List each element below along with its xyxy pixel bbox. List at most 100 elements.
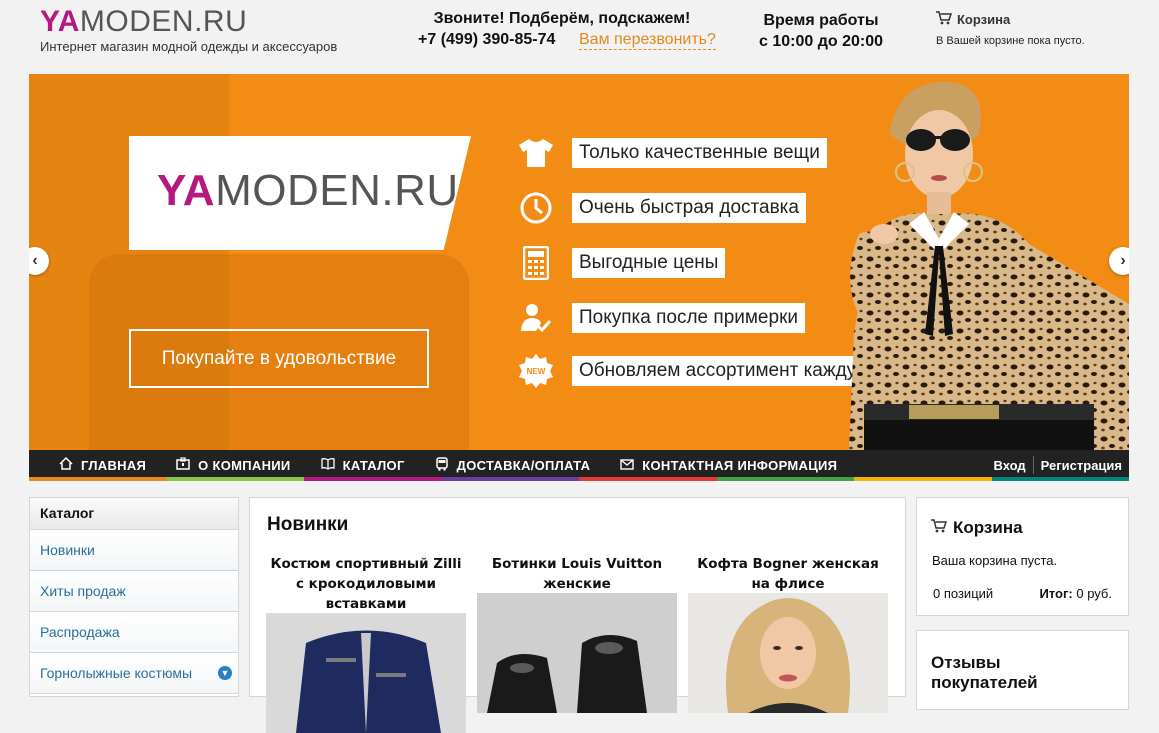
product-image[interactable] [477, 593, 677, 713]
feature-quality: Только качественные вещи [516, 136, 827, 170]
cart-total: Итог: 0 руб. [1040, 586, 1113, 601]
feature-label: Выгодные цены [572, 248, 726, 278]
product-name[interactable]: Кофта Bogner женская на флисе [688, 554, 888, 594]
sidebar-item-label: Хиты продаж [40, 583, 126, 599]
calculator-icon [516, 243, 556, 283]
nav-label: ДОСТАВКА/ОПЛАТА [456, 457, 591, 473]
new-badge-text: NEW [527, 367, 546, 376]
banner-logo-rest: MODEN.RU [215, 166, 459, 215]
mail-icon [620, 458, 634, 473]
stripe-segment [716, 477, 854, 481]
site-logo[interactable]: YAMODEN.RU [40, 6, 247, 38]
main-nav: ГЛАВНАЯ О КОМПАНИИ КАТАЛОГ ДОСТАВКА/ОПЛА… [29, 450, 1129, 480]
catalog-sidebar: Каталог Новинки Хиты продаж Распродажа Г… [29, 497, 239, 697]
stripe-segment [29, 477, 167, 481]
logo-rest: MODEN.RU [79, 5, 248, 38]
promo-banner[interactable]: YAMODEN.RU Покупайте в удовольствие Толь… [29, 74, 1129, 450]
banner-logo-box: YAMODEN.RU [129, 136, 471, 250]
site-header: YAMODEN.RU Интернет магазин модной одежд… [0, 0, 1159, 74]
nav-catalog[interactable]: КАТАЛОГ [306, 457, 420, 473]
product-card[interactable]: Ботинки Louis Vuitton женские [477, 554, 677, 713]
sidebar-item-ski-suits[interactable]: Горнолыжные костюмы ▼ [30, 653, 238, 694]
feature-label: Покупка после примерки [572, 303, 805, 333]
cart-total-value: 0 руб. [1076, 586, 1112, 601]
sidebar-item-new[interactable]: Новинки [30, 530, 238, 571]
chevron-left-icon: ‹ [32, 252, 38, 269]
stripe-segment [991, 477, 1129, 481]
nav-delivery[interactable]: ДОСТАВКА/ОПЛАТА [420, 456, 606, 474]
banner-model-image [829, 74, 1129, 450]
work-hours: Время работы с 10:00 до 20:00 [748, 10, 894, 52]
phone-number[interactable]: +7 (499) 390-85-74 [418, 31, 555, 49]
nav-company[interactable]: О КОМПАНИИ [161, 457, 305, 473]
clock-icon [516, 188, 556, 228]
header-cart[interactable]: Корзина В Вашей корзине пока пусто. [936, 11, 1085, 47]
register-link[interactable]: Регистрация [1034, 458, 1129, 473]
sidebar-item-label: Распродажа [40, 624, 120, 640]
nav-label: КОНТАКТНАЯ ИНФОРМАЦИЯ [642, 457, 838, 473]
product-card[interactable]: Кофта Bogner женская на флисе [688, 554, 888, 713]
cart-widget: Корзина Ваша корзина пуста. 0 позиций Ит… [916, 497, 1129, 616]
stripe-segment [854, 477, 992, 481]
callback-link[interactable]: Вам перезвонить? [579, 31, 716, 50]
cart-icon [936, 11, 953, 28]
banner-logo: YAMODEN.RU [157, 168, 459, 214]
nav-label: ГЛАВНАЯ [81, 457, 147, 473]
tshirt-icon [516, 133, 556, 173]
header-cart-title[interactable]: Корзина [957, 12, 1010, 27]
nav-label: О КОМПАНИИ [198, 457, 291, 473]
stripe-segment [304, 477, 442, 481]
site-tagline: Интернет магазин модной одежды и аксессу… [40, 39, 338, 54]
user-check-icon [516, 298, 556, 338]
sidebar-item-bestsellers[interactable]: Хиты продаж [30, 571, 238, 612]
feature-label: Только качественные вещи [572, 138, 827, 168]
new-products-title: Новинки [267, 514, 349, 535]
product-card[interactable]: Костюм спортивный Zilli с крокодиловыми … [266, 554, 466, 733]
new-products-section: Новинки Костюм спортивный Zilli с крокод… [249, 497, 906, 733]
banner-cta-button[interactable]: Покупайте в удовольствие [129, 329, 429, 388]
nav-contacts[interactable]: КОНТАКТНАЯ ИНФОРМАЦИЯ [605, 458, 852, 473]
cart-item-count: 0 позиций [933, 586, 994, 601]
banner-logo-ya: YA [157, 166, 216, 215]
nav-color-stripe [29, 477, 1129, 481]
sidebar-item-sale[interactable]: Распродажа [30, 612, 238, 653]
sidebar-title: Каталог [30, 498, 238, 530]
sidebar-item-label: Новинки [40, 542, 95, 558]
cart-icon [931, 518, 948, 538]
expand-icon[interactable]: ▼ [218, 666, 232, 680]
chevron-right-icon: › [1120, 252, 1126, 269]
product-name[interactable]: Ботинки Louis Vuitton женские [477, 554, 677, 594]
feature-delivery: Очень быстрая доставка [516, 191, 806, 225]
product-name[interactable]: Костюм спортивный Zilli с крокодиловыми … [266, 554, 466, 614]
header-cart-status: В Вашей корзине пока пусто. [936, 35, 1085, 47]
hours-title: Время работы [763, 12, 879, 29]
stripe-segment [579, 477, 717, 481]
hours-value: с 10:00 до 20:00 [758, 33, 883, 50]
call-block: Звоните! Подберём, подскажем! +7 (499) 3… [412, 10, 732, 50]
book-icon [320, 457, 335, 473]
nav-home[interactable]: ГЛАВНАЯ [29, 456, 161, 473]
new-badge-icon: NEW [516, 351, 556, 391]
reviews-title: Отзывы покупателей [931, 653, 1038, 692]
stripe-segment [441, 477, 579, 481]
product-image[interactable] [266, 613, 466, 733]
reviews-widget: Отзывы покупателей [916, 630, 1129, 710]
cart-total-label: Итог: [1039, 586, 1073, 601]
logo-ya: YA [40, 5, 80, 38]
login-link[interactable]: Вход [987, 458, 1033, 473]
cart-widget-header[interactable]: Корзина [931, 518, 1023, 538]
feature-label: Очень быстрая доставка [572, 193, 806, 223]
sidebar-item-label: Горнолыжные костюмы [40, 665, 193, 681]
cart-widget-title: Корзина [953, 518, 1023, 537]
stripe-segment [166, 477, 304, 481]
nav-label: КАТАЛОГ [342, 457, 405, 473]
feature-fitting: Покупка после примерки [516, 301, 805, 335]
banner-next-button[interactable]: › [1109, 247, 1129, 275]
feature-prices: Выгодные цены [516, 243, 726, 283]
product-image[interactable] [688, 593, 888, 713]
home-icon [59, 456, 73, 473]
auth-links: Вход Регистрация [987, 450, 1129, 480]
bus-icon [435, 456, 449, 474]
company-icon [176, 457, 190, 473]
cart-empty-text: Ваша корзина пуста. [932, 553, 1058, 568]
